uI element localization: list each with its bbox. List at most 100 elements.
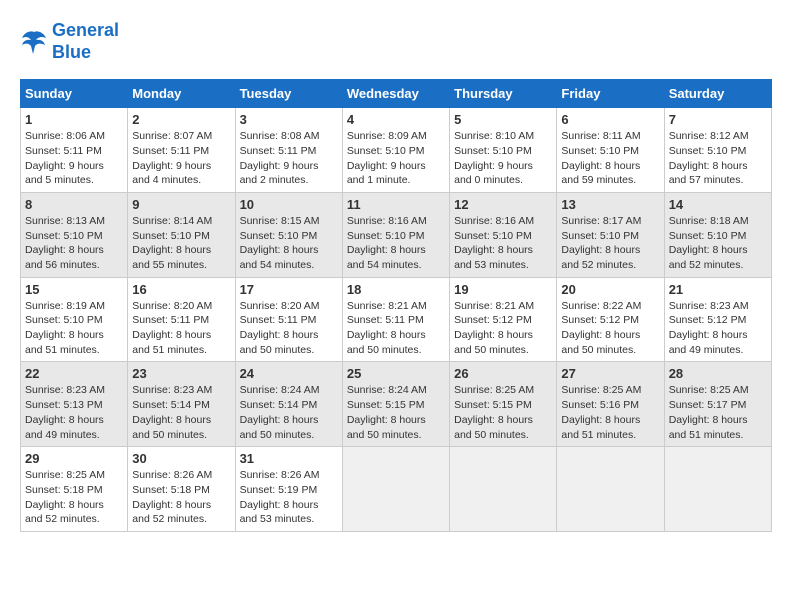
day-number: 12 xyxy=(454,197,552,212)
calendar-cell: 10 Sunrise: 8:15 AM Sunset: 5:10 PM Dayl… xyxy=(235,192,342,277)
column-header-monday: Monday xyxy=(128,80,235,108)
day-info: Sunrise: 8:10 AM Sunset: 5:10 PM Dayligh… xyxy=(454,129,552,188)
day-info: Sunrise: 8:21 AM Sunset: 5:11 PM Dayligh… xyxy=(347,299,445,358)
day-number: 17 xyxy=(240,282,338,297)
day-info: Sunrise: 8:25 AM Sunset: 5:15 PM Dayligh… xyxy=(454,383,552,442)
day-number: 26 xyxy=(454,366,552,381)
calendar-cell xyxy=(342,447,449,532)
calendar-cell: 22 Sunrise: 8:23 AM Sunset: 5:13 PM Dayl… xyxy=(21,362,128,447)
calendar-cell: 23 Sunrise: 8:23 AM Sunset: 5:14 PM Dayl… xyxy=(128,362,235,447)
day-number: 4 xyxy=(347,112,445,127)
day-number: 23 xyxy=(132,366,230,381)
calendar-cell: 20 Sunrise: 8:22 AM Sunset: 5:12 PM Dayl… xyxy=(557,277,664,362)
day-number: 18 xyxy=(347,282,445,297)
day-info: Sunrise: 8:19 AM Sunset: 5:10 PM Dayligh… xyxy=(25,299,123,358)
day-number: 31 xyxy=(240,451,338,466)
day-info: Sunrise: 8:24 AM Sunset: 5:14 PM Dayligh… xyxy=(240,383,338,442)
day-number: 9 xyxy=(132,197,230,212)
calendar-cell: 19 Sunrise: 8:21 AM Sunset: 5:12 PM Dayl… xyxy=(450,277,557,362)
column-header-sunday: Sunday xyxy=(21,80,128,108)
calendar-week-row: 1 Sunrise: 8:06 AM Sunset: 5:11 PM Dayli… xyxy=(21,108,772,193)
day-number: 24 xyxy=(240,366,338,381)
calendar-cell: 31 Sunrise: 8:26 AM Sunset: 5:19 PM Dayl… xyxy=(235,447,342,532)
day-number: 7 xyxy=(669,112,767,127)
day-info: Sunrise: 8:20 AM Sunset: 5:11 PM Dayligh… xyxy=(132,299,230,358)
calendar-cell: 26 Sunrise: 8:25 AM Sunset: 5:15 PM Dayl… xyxy=(450,362,557,447)
column-header-thursday: Thursday xyxy=(450,80,557,108)
day-number: 28 xyxy=(669,366,767,381)
calendar-cell: 8 Sunrise: 8:13 AM Sunset: 5:10 PM Dayli… xyxy=(21,192,128,277)
calendar-cell: 17 Sunrise: 8:20 AM Sunset: 5:11 PM Dayl… xyxy=(235,277,342,362)
calendar-cell: 2 Sunrise: 8:07 AM Sunset: 5:11 PM Dayli… xyxy=(128,108,235,193)
day-info: Sunrise: 8:13 AM Sunset: 5:10 PM Dayligh… xyxy=(25,214,123,273)
day-info: Sunrise: 8:23 AM Sunset: 5:13 PM Dayligh… xyxy=(25,383,123,442)
column-header-wednesday: Wednesday xyxy=(342,80,449,108)
day-number: 25 xyxy=(347,366,445,381)
day-info: Sunrise: 8:11 AM Sunset: 5:10 PM Dayligh… xyxy=(561,129,659,188)
column-header-tuesday: Tuesday xyxy=(235,80,342,108)
day-number: 10 xyxy=(240,197,338,212)
day-info: Sunrise: 8:07 AM Sunset: 5:11 PM Dayligh… xyxy=(132,129,230,188)
day-number: 6 xyxy=(561,112,659,127)
day-info: Sunrise: 8:09 AM Sunset: 5:10 PM Dayligh… xyxy=(347,129,445,188)
day-number: 2 xyxy=(132,112,230,127)
calendar-cell: 4 Sunrise: 8:09 AM Sunset: 5:10 PM Dayli… xyxy=(342,108,449,193)
calendar-cell: 11 Sunrise: 8:16 AM Sunset: 5:10 PM Dayl… xyxy=(342,192,449,277)
calendar-cell: 15 Sunrise: 8:19 AM Sunset: 5:10 PM Dayl… xyxy=(21,277,128,362)
day-number: 15 xyxy=(25,282,123,297)
day-number: 19 xyxy=(454,282,552,297)
day-info: Sunrise: 8:21 AM Sunset: 5:12 PM Dayligh… xyxy=(454,299,552,358)
calendar-cell: 13 Sunrise: 8:17 AM Sunset: 5:10 PM Dayl… xyxy=(557,192,664,277)
calendar-table: SundayMondayTuesdayWednesdayThursdayFrid… xyxy=(20,79,772,532)
day-number: 1 xyxy=(25,112,123,127)
day-number: 29 xyxy=(25,451,123,466)
day-info: Sunrise: 8:26 AM Sunset: 5:18 PM Dayligh… xyxy=(132,468,230,527)
calendar-cell: 29 Sunrise: 8:25 AM Sunset: 5:18 PM Dayl… xyxy=(21,447,128,532)
day-number: 5 xyxy=(454,112,552,127)
calendar-cell: 18 Sunrise: 8:21 AM Sunset: 5:11 PM Dayl… xyxy=(342,277,449,362)
calendar-cell: 16 Sunrise: 8:20 AM Sunset: 5:11 PM Dayl… xyxy=(128,277,235,362)
day-info: Sunrise: 8:25 AM Sunset: 5:18 PM Dayligh… xyxy=(25,468,123,527)
day-info: Sunrise: 8:17 AM Sunset: 5:10 PM Dayligh… xyxy=(561,214,659,273)
day-number: 3 xyxy=(240,112,338,127)
day-info: Sunrise: 8:14 AM Sunset: 5:10 PM Dayligh… xyxy=(132,214,230,273)
calendar-cell: 12 Sunrise: 8:16 AM Sunset: 5:10 PM Dayl… xyxy=(450,192,557,277)
logo-icon xyxy=(20,28,48,56)
calendar-cell: 3 Sunrise: 8:08 AM Sunset: 5:11 PM Dayli… xyxy=(235,108,342,193)
day-info: Sunrise: 8:26 AM Sunset: 5:19 PM Dayligh… xyxy=(240,468,338,527)
calendar-cell xyxy=(664,447,771,532)
day-info: Sunrise: 8:12 AM Sunset: 5:10 PM Dayligh… xyxy=(669,129,767,188)
calendar-cell: 14 Sunrise: 8:18 AM Sunset: 5:10 PM Dayl… xyxy=(664,192,771,277)
calendar-week-row: 29 Sunrise: 8:25 AM Sunset: 5:18 PM Dayl… xyxy=(21,447,772,532)
day-number: 30 xyxy=(132,451,230,466)
logo: General Blue xyxy=(20,20,119,63)
day-number: 11 xyxy=(347,197,445,212)
day-number: 22 xyxy=(25,366,123,381)
calendar-cell: 9 Sunrise: 8:14 AM Sunset: 5:10 PM Dayli… xyxy=(128,192,235,277)
day-info: Sunrise: 8:06 AM Sunset: 5:11 PM Dayligh… xyxy=(25,129,123,188)
calendar-cell xyxy=(557,447,664,532)
calendar-cell: 7 Sunrise: 8:12 AM Sunset: 5:10 PM Dayli… xyxy=(664,108,771,193)
calendar-cell: 25 Sunrise: 8:24 AM Sunset: 5:15 PM Dayl… xyxy=(342,362,449,447)
day-info: Sunrise: 8:25 AM Sunset: 5:17 PM Dayligh… xyxy=(669,383,767,442)
day-number: 21 xyxy=(669,282,767,297)
day-number: 13 xyxy=(561,197,659,212)
calendar-cell xyxy=(450,447,557,532)
day-number: 8 xyxy=(25,197,123,212)
calendar-week-row: 8 Sunrise: 8:13 AM Sunset: 5:10 PM Dayli… xyxy=(21,192,772,277)
day-info: Sunrise: 8:25 AM Sunset: 5:16 PM Dayligh… xyxy=(561,383,659,442)
day-info: Sunrise: 8:18 AM Sunset: 5:10 PM Dayligh… xyxy=(669,214,767,273)
column-header-saturday: Saturday xyxy=(664,80,771,108)
calendar-week-row: 15 Sunrise: 8:19 AM Sunset: 5:10 PM Dayl… xyxy=(21,277,772,362)
day-info: Sunrise: 8:24 AM Sunset: 5:15 PM Dayligh… xyxy=(347,383,445,442)
day-info: Sunrise: 8:20 AM Sunset: 5:11 PM Dayligh… xyxy=(240,299,338,358)
logo-text: General Blue xyxy=(52,20,119,63)
calendar-cell: 24 Sunrise: 8:24 AM Sunset: 5:14 PM Dayl… xyxy=(235,362,342,447)
day-info: Sunrise: 8:15 AM Sunset: 5:10 PM Dayligh… xyxy=(240,214,338,273)
day-info: Sunrise: 8:08 AM Sunset: 5:11 PM Dayligh… xyxy=(240,129,338,188)
calendar-week-row: 22 Sunrise: 8:23 AM Sunset: 5:13 PM Dayl… xyxy=(21,362,772,447)
calendar-cell: 27 Sunrise: 8:25 AM Sunset: 5:16 PM Dayl… xyxy=(557,362,664,447)
day-info: Sunrise: 8:16 AM Sunset: 5:10 PM Dayligh… xyxy=(347,214,445,273)
calendar-cell: 21 Sunrise: 8:23 AM Sunset: 5:12 PM Dayl… xyxy=(664,277,771,362)
day-info: Sunrise: 8:16 AM Sunset: 5:10 PM Dayligh… xyxy=(454,214,552,273)
